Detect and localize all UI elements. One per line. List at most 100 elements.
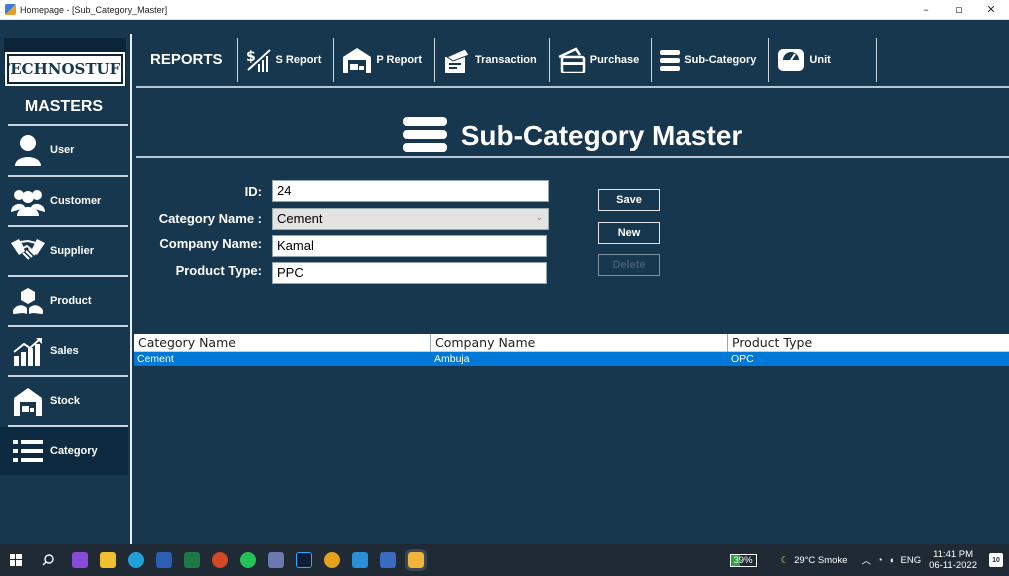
page-header: Sub-Category Master	[136, 95, 1009, 177]
maximize-button[interactable]: ▫	[944, 0, 974, 20]
app-icon[interactable]	[380, 552, 396, 568]
battery-text: 39%	[733, 554, 753, 566]
clock-date: 06-11-2022	[929, 560, 977, 571]
battery-indicator[interactable]: 39%	[729, 553, 757, 567]
transaction-label: Transaction	[475, 54, 537, 66]
wifi-icon[interactable]: ◔	[877, 555, 883, 566]
sidebar-item-sales[interactable]: Sales	[0, 327, 128, 375]
warehouse-icon	[342, 47, 372, 73]
table-row[interactable]: Cement Ambuja OPC	[134, 352, 1009, 366]
clock[interactable]: 11:41 PM 06-11-2022	[929, 549, 977, 571]
edge-icon[interactable]	[128, 552, 144, 568]
column-header[interactable]: Company Name	[431, 334, 728, 352]
table-cell: Cement	[137, 353, 174, 365]
sidebar-item-user[interactable]: User	[0, 126, 128, 174]
category-name-value: Cement	[277, 211, 323, 226]
sales-chart-icon	[10, 334, 46, 368]
unit-icon	[777, 48, 805, 72]
minimize-button[interactable]: –	[911, 0, 941, 20]
handshake-icon	[10, 234, 46, 268]
new-button[interactable]: New	[598, 222, 660, 244]
sidebar-item-category[interactable]: Category	[0, 427, 128, 475]
delete-button[interactable]: Delete	[598, 254, 660, 276]
windows-taskbar: 39% ☾ 29°C Smoke ︿ ◔ ◖ ENG 11:41 PM 06-1…	[0, 544, 1009, 576]
column-header[interactable]: Product Type	[728, 334, 1009, 352]
sub-category-grid: Category Name Company Name Product Type …	[134, 334, 1009, 544]
sidebar-item-customer[interactable]: Customer	[0, 177, 128, 225]
chrome-icon[interactable]	[324, 552, 340, 568]
sidebar-item-product[interactable]: Product	[0, 277, 128, 325]
id-field[interactable]: 24	[272, 180, 549, 202]
toolbar-heading: REPORTS	[136, 38, 238, 82]
chevron-up-icon[interactable]: ︿	[862, 553, 872, 567]
stock-icon	[10, 384, 46, 418]
list-icon	[10, 434, 46, 468]
purchase-button[interactable]: Purchase	[550, 38, 653, 82]
notification-count: 10	[992, 556, 1000, 564]
column-header[interactable]: Category Name	[134, 334, 431, 352]
svg-text:$: $	[246, 49, 256, 65]
category-name-dropdown[interactable]: Cement ⌄	[272, 208, 549, 230]
system-tray: 39% ☾ 29°C Smoke ︿ ◔ ◖ ENG 11:41 PM 06-1…	[729, 544, 1009, 576]
search-icon[interactable]	[42, 554, 54, 566]
sidebar-item-stock[interactable]: Stock	[0, 377, 128, 425]
sidebar-item-label: Customer	[50, 195, 102, 207]
photoshop-icon[interactable]	[296, 552, 312, 568]
product-type-field[interactable]: PPC	[272, 262, 547, 284]
clock-time: 11:41 PM	[933, 549, 974, 560]
app-icon	[5, 4, 16, 15]
file-explorer-icon[interactable]	[100, 552, 116, 568]
divider	[136, 86, 1009, 88]
window-title-bar: Homepage - [Sub_Category_Master] – ▫ ✕	[0, 0, 1009, 20]
sidebar-item-supplier[interactable]: Supplier	[0, 227, 128, 275]
divider	[136, 156, 1009, 158]
running-app-icon[interactable]	[405, 549, 427, 571]
transaction-icon	[443, 47, 471, 73]
menu-icon	[402, 115, 447, 157]
vscode-icon[interactable]	[352, 552, 368, 568]
window-title: Homepage - [Sub_Category_Master]	[20, 4, 168, 15]
grid-header: Category Name Company Name Product Type	[134, 334, 1009, 352]
s-report-button[interactable]: $ S Report	[238, 38, 335, 82]
visual-studio-icon[interactable]	[72, 552, 88, 568]
whatsapp-icon[interactable]	[240, 552, 256, 568]
reports-toolbar: REPORTS $ S Report P Report Transaction …	[136, 38, 1009, 82]
word-icon[interactable]	[156, 552, 172, 568]
sidebar: MASTERS User Customer Supplier Product S…	[0, 86, 128, 534]
company-name-label: Company Name:	[159, 236, 262, 251]
windows-start-icon[interactable]	[10, 554, 22, 566]
language-indicator[interactable]: ENG	[901, 555, 922, 566]
app-icon[interactable]	[268, 552, 284, 568]
sub-category-button[interactable]: Sub-Category	[652, 38, 770, 82]
powerpoint-icon[interactable]	[212, 552, 228, 568]
volume-icon[interactable]: ◖	[889, 555, 895, 566]
sidebar-item-label: Sales	[50, 345, 79, 357]
sidebar-item-label: Stock	[50, 395, 80, 407]
menu-icon	[660, 49, 681, 71]
sidebar-item-label: Supplier	[50, 245, 95, 257]
table-cell: OPC	[731, 353, 754, 365]
sidebar-heading: MASTERS	[24, 98, 104, 115]
excel-icon[interactable]	[184, 552, 200, 568]
sub-category-label: Sub-Category	[684, 54, 757, 66]
purchase-label: Purchase	[589, 54, 640, 66]
unit-button[interactable]: Unit	[769, 38, 878, 82]
save-button[interactable]: Save	[598, 189, 660, 211]
sidebar-item-label: User	[50, 144, 75, 156]
product-type-label: Product Type:	[175, 263, 262, 278]
weather-icon[interactable]: ☾	[781, 555, 790, 566]
app-window: TECHNOSTUFF MASTERS User Customer Suppli…	[0, 20, 1009, 544]
weather-text[interactable]: 29°C Smoke	[794, 555, 847, 566]
close-button[interactable]: ✕	[976, 0, 1006, 20]
transaction-button[interactable]: Transaction	[435, 38, 550, 82]
p-report-label: P Report	[376, 54, 422, 66]
company-name-field[interactable]: Kamal	[272, 235, 547, 257]
sidebar-item-label: Category	[50, 445, 98, 457]
notification-icon[interactable]: 10	[989, 553, 1003, 567]
p-report-button[interactable]: P Report	[334, 38, 435, 82]
product-icon	[10, 284, 46, 318]
divider	[130, 34, 132, 544]
user-icon	[10, 133, 46, 167]
logo-text: TECHNOSTUFF	[0, 52, 131, 86]
category-name-label: Category Name :	[158, 211, 262, 226]
